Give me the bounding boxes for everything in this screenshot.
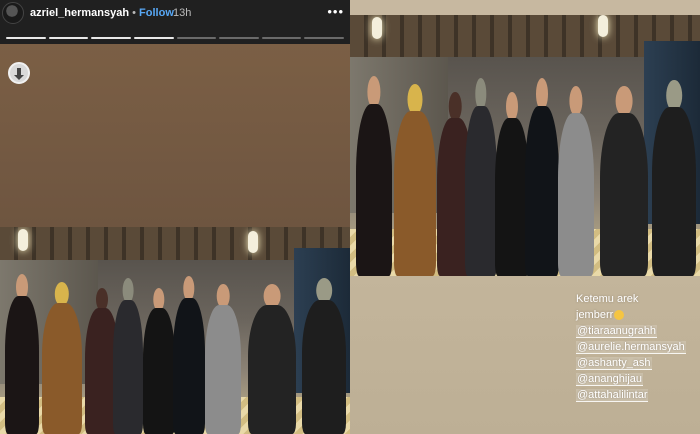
username-row: azriel_hermansyah • Follow	[30, 7, 174, 19]
caption-line-2: jemberr	[576, 307, 698, 323]
progress-segment	[6, 37, 46, 39]
mention-tag[interactable]: @aurelie.hermansyah	[576, 339, 698, 355]
person	[390, 84, 440, 276]
more-options-icon[interactable]: •••	[327, 4, 344, 19]
person	[38, 282, 86, 434]
caption-text: jemberr	[576, 309, 614, 321]
story-header: azriel_hermansyah • Follow 13h •••	[0, 0, 350, 44]
separator-dot: •	[132, 7, 136, 19]
person	[244, 284, 300, 434]
progress-segment	[176, 37, 217, 39]
photo-lamp	[598, 15, 608, 37]
caption-line: Ketemu arek	[576, 293, 639, 305]
story-photo	[0, 227, 350, 434]
mention-tag[interactable]: @ananghijau	[576, 371, 698, 387]
photo-scene	[350, 15, 700, 276]
progress-segment	[133, 37, 174, 39]
person	[554, 86, 598, 276]
story-panel: azriel_hermansyah • Follow 13h •••	[0, 0, 350, 434]
person	[298, 278, 350, 434]
photo-lamp	[18, 229, 28, 251]
story-background	[0, 44, 350, 227]
progress-segment	[91, 37, 131, 39]
photo-lamp	[372, 17, 382, 39]
follow-button[interactable]: Follow	[139, 7, 174, 19]
story-caption: Ketemu arek jemberr @tiaraanugrahh @aure…	[576, 291, 698, 403]
mention-tag[interactable]: @ashanty_ash	[576, 355, 698, 371]
story-progress-bar	[6, 37, 344, 39]
username-link[interactable]: azriel_hermansyah	[30, 7, 129, 19]
person	[2, 274, 42, 434]
post-photo	[350, 15, 700, 276]
mention-tag[interactable]: @attahalilintar	[576, 387, 698, 403]
progress-segment	[304, 37, 344, 39]
person	[202, 284, 244, 434]
progress-segment	[261, 37, 302, 39]
progress-segment	[219, 37, 259, 39]
smile-emoji-icon	[614, 310, 625, 321]
photo-scene	[0, 227, 350, 434]
top-margin	[350, 0, 700, 15]
mention-tag[interactable]: @tiaraanugrahh	[576, 323, 698, 339]
download-icon[interactable]	[8, 62, 30, 84]
avatar[interactable]	[2, 2, 24, 24]
post-time: 13h	[173, 7, 192, 19]
person	[596, 86, 652, 276]
photo-lamp	[248, 231, 258, 253]
person	[648, 80, 700, 276]
progress-segment	[48, 37, 89, 39]
